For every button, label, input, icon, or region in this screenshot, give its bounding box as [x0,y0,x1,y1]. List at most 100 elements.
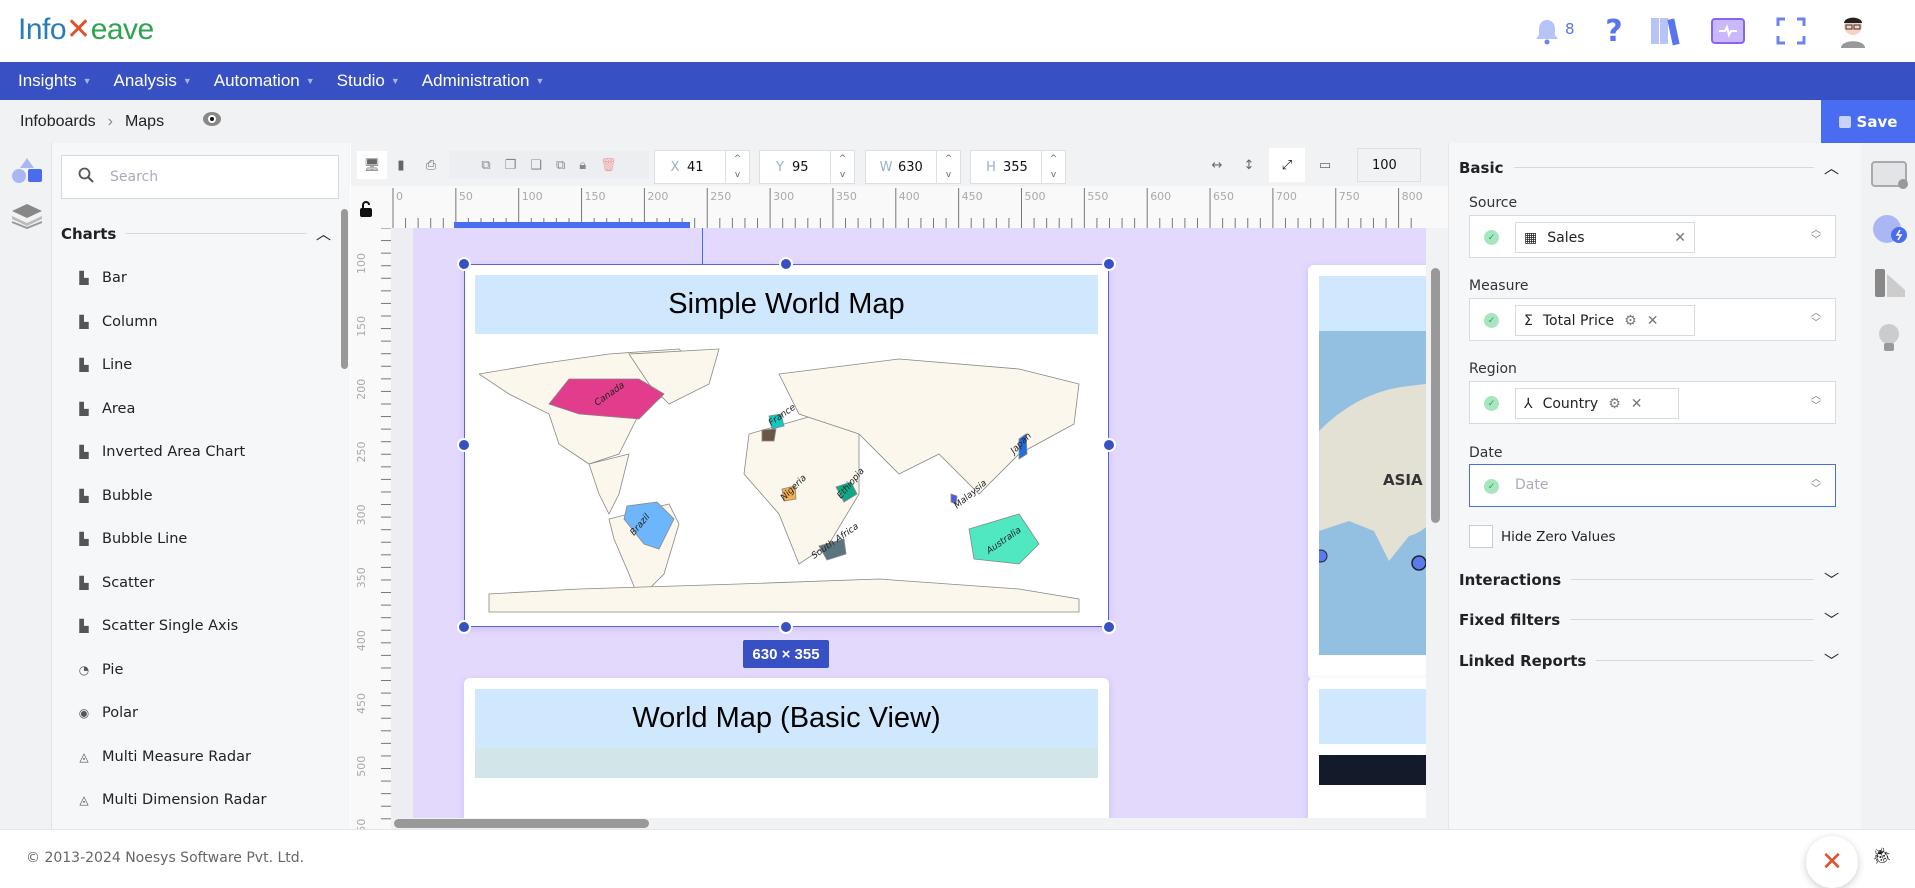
widget-map-dark[interactable] [1308,678,1426,818]
chart-type-item[interactable]: ▙ Area [76,401,135,417]
delete-icon[interactable]: 🗑︎ [600,158,617,173]
expand-icon[interactable]: ⤢ [1269,148,1305,182]
breadcrumb-infoboards[interactable]: Infoboards [20,113,96,131]
vertical-scrollbar[interactable] [1431,268,1440,523]
nav-studio[interactable]: Studio ▼ [337,71,400,91]
chart-type-item[interactable]: ▙ Inverted Area Chart [76,444,245,460]
infoweave-logo[interactable]: Info✕eave [18,12,154,47]
theme-style-icon[interactable] [1873,268,1907,302]
ruler-lock-icon[interactable] [359,200,373,222]
ruler-tick-label: 800 [1402,190,1423,203]
eye-icon[interactable] [202,111,222,132]
nav-automation[interactable]: Automation ▼ [214,71,315,91]
resize-handle-s[interactable] [779,620,793,634]
chart-type-item[interactable]: ▙ Scatter [76,575,154,591]
bug-report-icon[interactable]: 🐞︎ [1872,846,1892,865]
increment-icon[interactable]: ^ [831,151,854,167]
bring-to-front-icon[interactable]: ❐ [505,158,517,173]
widget-map-tiles[interactable]: ASIA A [1308,265,1426,680]
print-icon[interactable]: ⎙ [419,151,443,179]
charts-section-header[interactable]: Charts ︿ [61,223,331,244]
increment-icon[interactable]: ^ [937,151,960,167]
remove-icon[interactable]: ✕ [1674,230,1686,246]
decrement-icon[interactable]: v [726,167,749,183]
mobile-view-icon[interactable]: ▮ [391,151,411,179]
chart-type-item[interactable]: ▙ Scatter Single Axis [76,618,238,634]
resize-handle-sw[interactable] [457,620,471,634]
gear-icon[interactable]: ⚙ [1608,396,1621,412]
fullscreen-icon[interactable] [1774,14,1808,48]
increment-icon[interactable]: ^ [726,151,749,167]
save-button[interactable]: Save [1821,100,1915,143]
chart-type-item[interactable]: ◔ Pie [76,662,124,678]
monitor-icon[interactable] [1711,14,1745,48]
chart-type-item[interactable]: ▙ Bubble Line [76,531,187,547]
bring-forward-icon[interactable]: ⧉ [481,158,490,173]
shapes-icon[interactable] [11,157,43,187]
linked-reports-section-header[interactable]: Linked Reports ﹀ [1459,650,1839,671]
remove-icon[interactable]: ✕ [1647,313,1659,329]
measure-select[interactable]: ✓ Σ Total Price ⚙ ✕ ︿ ﹀ [1469,298,1836,341]
fit-height-icon[interactable]: ↕ [1237,151,1261,179]
resize-handle-n[interactable] [779,257,793,271]
chart-type-item[interactable]: ◉ Polar [76,705,138,721]
scatter-chart-icon: ▙ [79,575,89,590]
desktop-view-icon[interactable]: 🖥 [357,151,387,179]
nav-insights[interactable]: Insights ▼ [18,71,92,91]
width-field[interactable]: W 630 ^ v [865,150,961,184]
chart-type-item[interactable]: ▙ Bar [76,270,126,286]
tile-map[interactable]: ASIA A [1319,331,1426,655]
search-input[interactable]: Search [61,155,339,199]
user-avatar[interactable] [1836,14,1870,48]
horizontal-scrollbar[interactable] [394,819,649,828]
world-map[interactable]: CanadaFranceNigeria EthiopiaBrazil South A… [479,344,1094,619]
nav-analysis[interactable]: Analysis ▼ [114,71,192,91]
nav-administration[interactable]: Administration ▼ [422,71,545,91]
decrement-icon[interactable]: v [831,167,854,183]
widget-simple-world-map[interactable]: Simple World Map Canada France Nigeria Ethi… [464,264,1109,627]
increment-icon[interactable]: ^ [1042,151,1065,167]
hide-zero-values-checkbox[interactable] [1469,525,1493,548]
region-select[interactable]: ✓ ⅄ Country ⚙ ✕ ︿ ﹀ [1469,381,1836,424]
y-position-field[interactable]: Y 95 ^ v [759,150,855,184]
fit-width-icon[interactable]: ↔ [1205,151,1229,179]
layers-icon[interactable] [11,203,43,233]
basic-section-header[interactable]: Basic ︿ [1459,157,1839,178]
fixed-filters-section-header[interactable]: Fixed filters ﹀ [1459,609,1839,630]
lock-icon[interactable]: 🔒︎ [579,158,586,173]
hide-zero-values-label: Hide Zero Values [1501,529,1616,545]
source-select[interactable]: ✓ ▦ Sales ✕ ︿ ﹀ [1469,215,1836,258]
resize-handle-w[interactable] [457,438,471,452]
resize-handle-ne[interactable] [1102,257,1116,271]
zoom-level-field[interactable]: 100 [1357,148,1421,182]
chart-type-item[interactable]: ◬ Multi Dimension Radar [76,792,266,808]
send-to-back-icon[interactable]: ⧉ [556,158,565,173]
assistant-logo-button[interactable]: ✕ [1806,836,1858,888]
resize-handle-nw[interactable] [457,257,471,271]
dashboard-gauge-icon[interactable] [1871,213,1909,251]
send-backward-icon[interactable]: ❑ [530,158,542,173]
resize-handle-se[interactable] [1102,620,1116,634]
interactions-section-header[interactable]: Interactions ﹀ [1459,569,1839,590]
gear-icon[interactable]: ⚙ [1624,313,1637,329]
widget-settings-icon[interactable] [1871,161,1909,195]
resize-handle-e[interactable] [1102,438,1116,452]
lightbulb-icon[interactable] [1877,323,1901,357]
notifications-bell-icon[interactable] [1530,14,1564,48]
check-circle-icon: ✓ [1484,313,1499,328]
decrement-icon[interactable]: v [1042,167,1065,183]
widget-world-map-basic[interactable]: World Map (Basic View) [464,678,1109,818]
chart-type-item[interactable]: ◬ Multi Measure Radar [76,749,251,765]
chart-type-item[interactable]: ▙ Column [76,314,157,330]
chart-type-item[interactable]: ▙ Line [76,357,132,373]
panel-scrollbar[interactable] [341,209,348,369]
remove-icon[interactable]: ✕ [1631,396,1643,412]
height-field[interactable]: H 355 ^ v [970,150,1066,184]
actual-size-icon[interactable]: ▭ [1313,151,1337,179]
x-position-field[interactable]: X 41 ^ v [654,150,750,184]
date-select[interactable]: ✓ Date ︿ ﹀ [1469,464,1836,507]
library-icon[interactable] [1648,14,1682,48]
decrement-icon[interactable]: v [937,167,960,183]
chart-type-item[interactable]: ▙ Bubble [76,488,152,504]
help-icon[interactable]: ? [1597,14,1631,49]
